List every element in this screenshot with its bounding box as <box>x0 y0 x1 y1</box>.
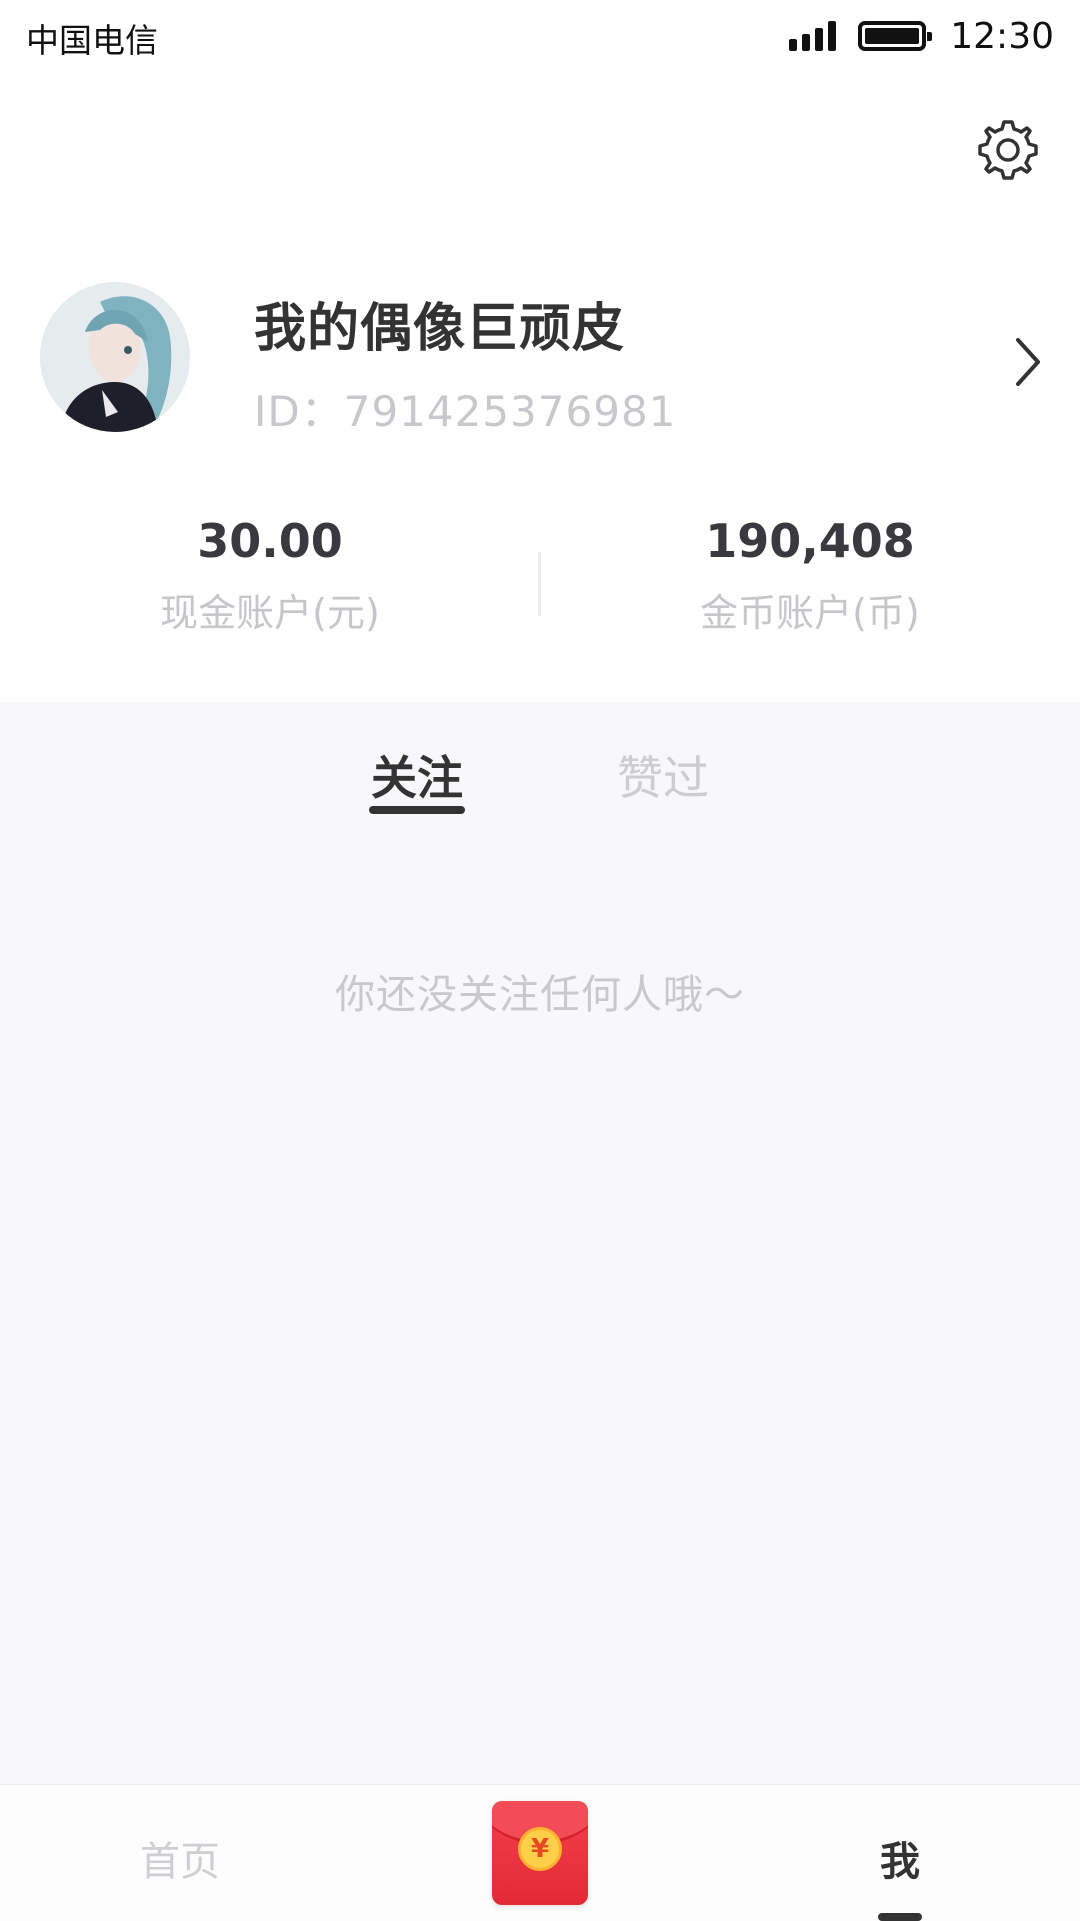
cash-account-value: 30.00 <box>197 514 343 568</box>
carrier-name: 中国电信 <box>26 21 158 60</box>
content-area: 关注 赞过 你还没关注任何人哦～ <box>0 702 1080 1784</box>
chevron-right-icon <box>1016 338 1040 386</box>
user-id: ID：791425376981 <box>254 387 677 436</box>
status-indicators: 12:30 <box>789 12 1054 60</box>
cash-account[interactable]: 30.00 现金账户(元) <box>0 514 540 637</box>
cash-account-label: 现金账户(元) <box>160 591 380 635</box>
coin-account[interactable]: 190,408 金币账户(币) <box>540 514 1080 637</box>
coin-account-label: 金币账户(币) <box>700 591 920 635</box>
active-tab-indicator <box>369 806 465 814</box>
nav-home[interactable]: 首页 <box>120 1829 240 1887</box>
status-bar: 中国电信 12:30 <box>0 0 1080 72</box>
user-nickname: 我的偶像巨顽皮 <box>254 299 626 359</box>
clock: 12:30 <box>950 15 1054 57</box>
tab-following[interactable]: 关注 <box>337 742 497 808</box>
profile-detail-button[interactable] <box>1008 332 1048 392</box>
nav-me[interactable]: 我 <box>840 1829 960 1887</box>
red-packet-icon[interactable]: ¥ <box>492 1801 588 1905</box>
empty-state-message: 你还没关注任何人哦～ <box>335 972 745 1018</box>
anime-character-avatar <box>40 282 190 432</box>
coin-account-value: 190,408 <box>705 514 915 568</box>
avatar[interactable] <box>40 282 190 432</box>
settings-button[interactable] <box>975 117 1041 183</box>
profile-header[interactable]: 我的偶像巨顽皮 ID：791425376981 <box>0 260 1080 460</box>
gear-icon <box>978 120 1038 180</box>
battery-full-icon <box>858 21 933 51</box>
bottom-nav: 首页 ¥ 我 <box>0 1784 1080 1921</box>
account-summary: 30.00 现金账户(元) 190,408 金币账户(币) <box>0 500 1080 690</box>
tab-liked[interactable]: 赞过 <box>583 742 743 808</box>
coin-icon: ¥ <box>518 1827 562 1871</box>
signal-bars-icon <box>789 21 837 51</box>
